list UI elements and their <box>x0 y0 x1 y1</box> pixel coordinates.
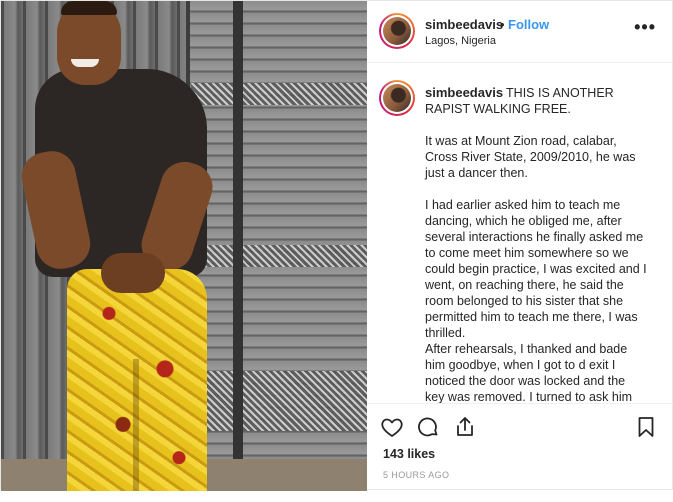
avatar-inner <box>381 15 413 47</box>
caption-paragraph: It was at Mount Zion road, calabar, Cros… <box>425 134 636 180</box>
caption-username[interactable]: simbeedavis <box>425 85 503 100</box>
location-link[interactable]: Lagos, Nigeria <box>425 35 496 47</box>
caption-paragraph: simbeedavis THIS IS ANOTHER RAPIST WALKIN… <box>425 85 647 117</box>
heart-icon[interactable] <box>380 415 404 439</box>
action-bar <box>367 409 673 441</box>
avatar-image <box>383 84 411 112</box>
more-icon[interactable]: ••• <box>634 18 656 36</box>
caption-avatar[interactable] <box>379 80 415 116</box>
instagram-post: simbeedavis • Follow Lagos, Nigeria ••• … <box>0 0 673 491</box>
likes-count[interactable]: 143 likes <box>383 447 435 461</box>
photo-person <box>1 1 367 491</box>
separator-dot: • <box>500 17 505 32</box>
person-smile <box>71 59 99 67</box>
person-pants <box>67 269 207 491</box>
header-username[interactable]: simbeedavis <box>425 17 503 32</box>
person-head <box>57 1 121 85</box>
avatar-inner <box>381 82 413 114</box>
caption-paragraph: I had earlier asked him to teach me danc… <box>425 198 647 340</box>
caption-area[interactable]: simbeedavis THIS IS ANOTHER RAPIST WALKIN… <box>367 64 673 404</box>
follow-button[interactable]: Follow <box>508 17 549 32</box>
caption-text: simbeedavis THIS IS ANOTHER RAPIST WALKIN… <box>425 85 647 404</box>
caption-paragraph: After rehearsals, I thanked and bade him… <box>425 342 633 404</box>
avatar-image <box>383 17 411 45</box>
share-icon[interactable] <box>453 415 477 439</box>
post-photo[interactable] <box>1 1 367 491</box>
person-hands <box>101 253 165 293</box>
bookmark-icon[interactable] <box>634 415 658 439</box>
avatar[interactable] <box>379 13 415 49</box>
post-timestamp[interactable]: 5 HOURS AGO <box>383 470 449 480</box>
comment-icon[interactable] <box>416 415 440 439</box>
post-header: simbeedavis • Follow Lagos, Nigeria ••• <box>367 1 673 63</box>
post-side-panel: simbeedavis • Follow Lagos, Nigeria ••• … <box>367 1 673 491</box>
